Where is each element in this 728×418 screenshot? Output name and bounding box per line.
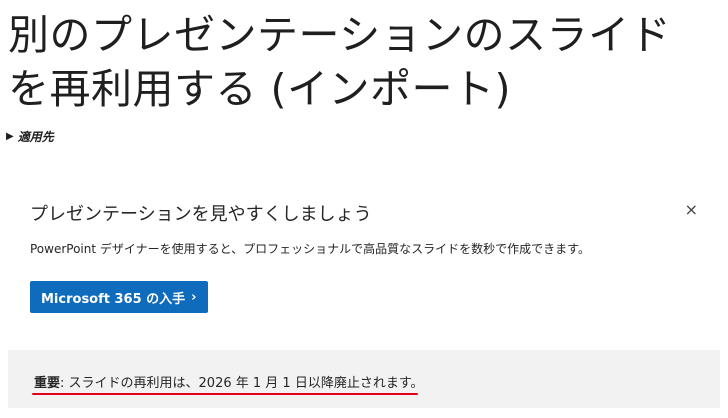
notice-label: 重要	[34, 376, 61, 391]
page-title: 別のプレゼンテーションのスライド を再利用する (インポート)	[8, 8, 720, 116]
red-underline-annotation	[32, 393, 418, 395]
promo-title: プレゼンテーションを見やすくしましょう	[30, 204, 372, 225]
expand-triangle-icon: ▶	[6, 131, 14, 142]
close-icon[interactable]: ×	[685, 200, 698, 220]
page-title-line-2: を再利用する (インポート)	[8, 65, 512, 113]
applies-to-toggle[interactable]: ▶ 適用先	[6, 128, 54, 145]
notice-text: 重要: スライドの再利用は、2026 年 1 月 1 日以降廃止されます。	[34, 372, 424, 391]
promo-banner: プレゼンテーションを見やすくしましょう × PowerPoint デザイナーを使…	[30, 196, 710, 326]
applies-to-label: 適用先	[17, 130, 54, 144]
page-title-line-1: 別のプレゼンテーションのスライド	[8, 11, 672, 59]
chevron-right-icon: ›	[191, 289, 197, 305]
get-microsoft-365-label: Microsoft 365 の入手	[41, 291, 186, 307]
promo-description: PowerPoint デザイナーを使用すると、プロフェッショナルで高品質なスライ…	[30, 242, 590, 256]
important-notice: 重要: スライドの再利用は、2026 年 1 月 1 日以降廃止されます。	[8, 350, 720, 408]
get-microsoft-365-button[interactable]: Microsoft 365 の入手 ›	[30, 281, 208, 313]
notice-body: : スライドの再利用は、2026 年 1 月 1 日以降廃止されます。	[60, 376, 424, 391]
